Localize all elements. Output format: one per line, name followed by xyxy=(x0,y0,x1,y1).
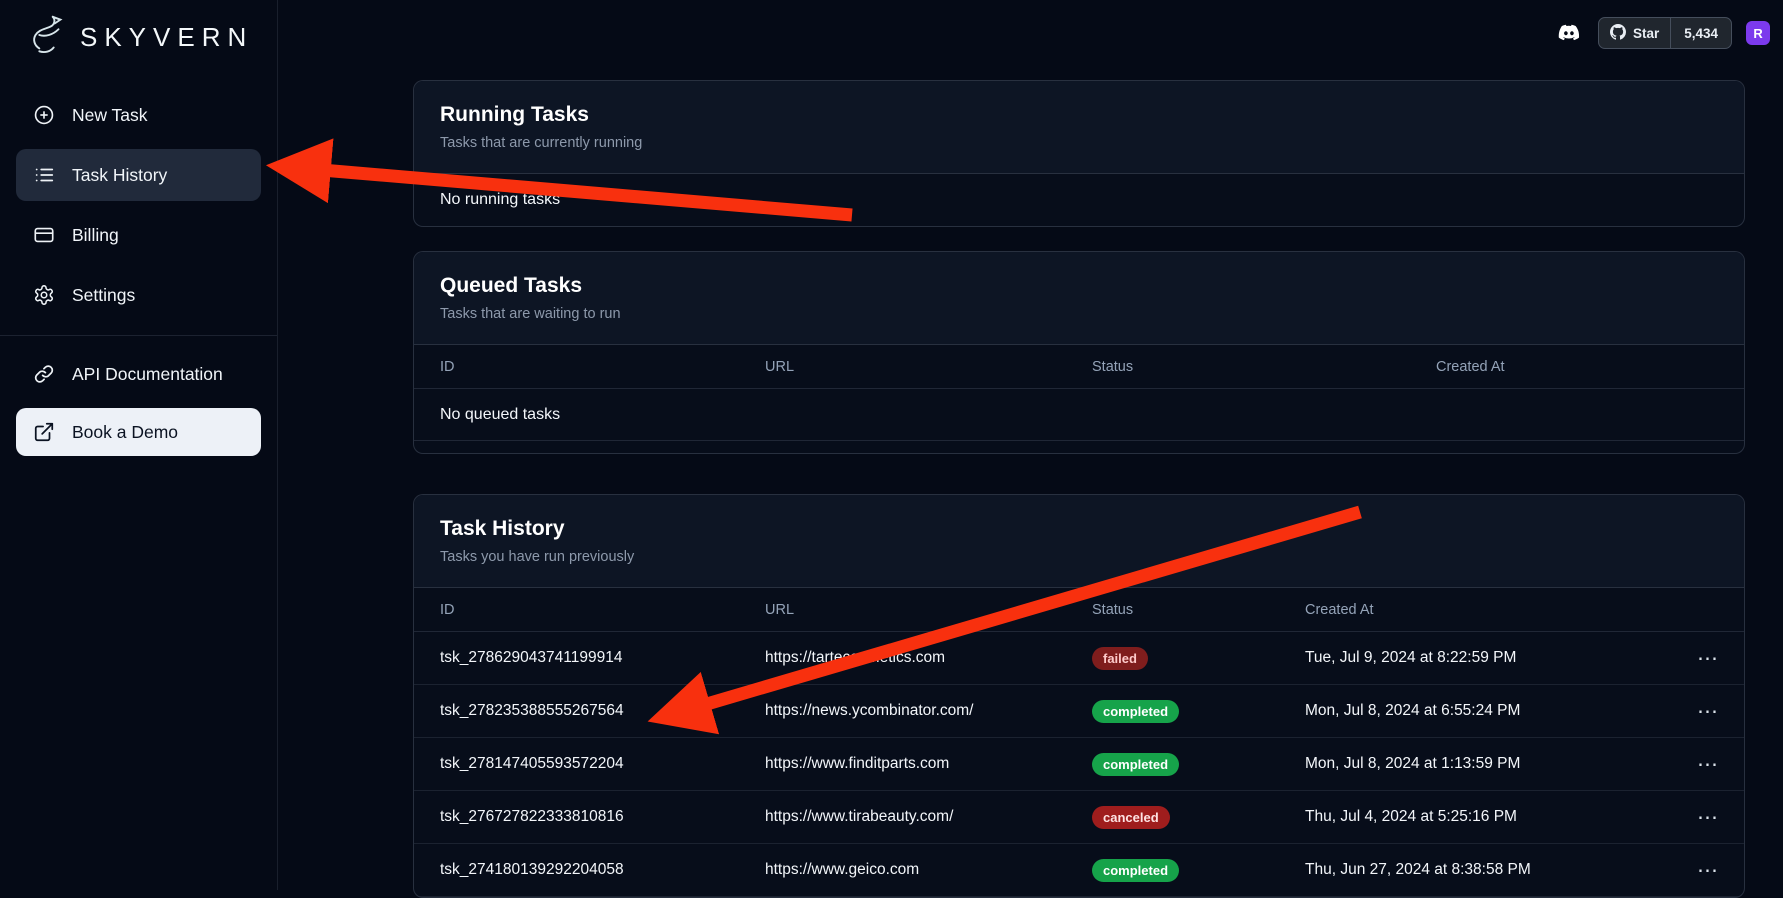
brand-name: SKYVERN xyxy=(80,22,253,53)
task-history-header: Task History Tasks you have run previous… xyxy=(414,495,1744,587)
task-created-at-cell: Mon, Jul 8, 2024 at 6:55:24 PM xyxy=(1305,702,1684,720)
task-id-cell: tsk_278629043741199914 xyxy=(440,649,765,667)
github-star-label: Star xyxy=(1633,26,1659,41)
sidebar-item-task-history[interactable]: Task History xyxy=(16,149,261,201)
queued-tasks-card: Queued Tasks Tasks that are waiting to r… xyxy=(413,251,1745,454)
task-url-cell: https://tartecosmetics.com xyxy=(765,649,1092,667)
queued-tasks-subtitle: Tasks that are waiting to run xyxy=(440,306,1718,322)
running-tasks-body: No running tasks xyxy=(414,173,1744,226)
sidebar-secondary-nav: API Documentation Book a Demo xyxy=(0,348,277,456)
credit-card-icon xyxy=(32,223,56,247)
queued-tasks-footer-spacer xyxy=(414,441,1744,453)
sidebar-item-label: API Documentation xyxy=(72,364,223,385)
running-tasks-card: Running Tasks Tasks that are currently r… xyxy=(413,80,1745,227)
status-badge: completed xyxy=(1092,753,1179,776)
table-row[interactable]: tsk_274180139292204058 https://www.geico… xyxy=(414,844,1744,897)
sidebar-nav: New Task Task History Billing xyxy=(0,89,277,321)
table-row[interactable]: tsk_278235388555267564 https://news.ycom… xyxy=(414,685,1744,738)
skyvern-dragon-icon xyxy=(24,12,70,63)
queued-tasks-table-header: ID URL Status Created At xyxy=(414,345,1744,389)
queued-tasks-body: ID URL Status Created At No queued tasks xyxy=(414,344,1744,453)
sidebar-item-api-documentation[interactable]: API Documentation xyxy=(16,348,261,400)
column-header-id: ID xyxy=(440,602,765,618)
task-history-title: Task History xyxy=(440,517,1718,541)
task-history-card: Task History Tasks you have run previous… xyxy=(413,494,1745,898)
task-id-cell: tsk_276727822333810816 xyxy=(440,808,765,826)
column-header-url: URL xyxy=(765,602,1092,618)
row-menu-icon[interactable]: ⋯ xyxy=(1684,860,1718,881)
github-star-count: 5,434 xyxy=(1671,26,1731,41)
status-badge: canceled xyxy=(1092,806,1170,829)
task-history-table-header: ID URL Status Created At xyxy=(414,588,1744,632)
task-id-cell: tsk_278147405593572204 xyxy=(440,755,765,773)
table-row[interactable]: tsk_278629043741199914 https://tartecosm… xyxy=(414,632,1744,685)
row-menu-icon[interactable]: ⋯ xyxy=(1684,648,1718,669)
github-star-button[interactable]: Star 5,434 xyxy=(1598,17,1732,49)
row-menu-icon[interactable]: ⋯ xyxy=(1684,754,1718,775)
status-badge: completed xyxy=(1092,700,1179,723)
sidebar-item-label: Task History xyxy=(72,165,167,186)
task-id-cell: tsk_278235388555267564 xyxy=(440,702,765,720)
main-content: Running Tasks Tasks that are currently r… xyxy=(413,80,1745,898)
table-row[interactable]: tsk_276727822333810816 https://www.tirab… xyxy=(414,791,1744,844)
column-header-id: ID xyxy=(440,359,765,375)
column-header-created-at: Created At xyxy=(1305,602,1684,618)
status-badge: completed xyxy=(1092,859,1179,882)
task-url-cell: https://www.finditparts.com xyxy=(765,755,1092,773)
queued-tasks-title: Queued Tasks xyxy=(440,274,1718,298)
link-icon xyxy=(32,362,56,386)
brand-logo: SKYVERN xyxy=(0,0,277,63)
sidebar-item-label: Settings xyxy=(72,285,135,306)
task-url-cell: https://www.geico.com xyxy=(765,861,1092,879)
sidebar: SKYVERN New Task Task History Billing xyxy=(0,0,278,890)
topbar: Star 5,434 R S xyxy=(1552,16,1783,50)
task-created-at-cell: Thu, Jul 4, 2024 at 5:25:16 PM xyxy=(1305,808,1684,826)
task-created-at-cell: Thu, Jun 27, 2024 at 8:38:58 PM xyxy=(1305,861,1684,879)
table-row[interactable]: tsk_278147405593572204 https://www.findi… xyxy=(414,738,1744,791)
row-menu-icon[interactable]: ⋯ xyxy=(1684,807,1718,828)
book-a-demo-label: Book a Demo xyxy=(72,422,178,443)
queued-tasks-header: Queued Tasks Tasks that are waiting to r… xyxy=(414,252,1744,344)
plus-circle-icon xyxy=(32,103,56,127)
github-star-left: Star xyxy=(1599,18,1671,48)
task-url-cell: https://news.ycombinator.com/ xyxy=(765,702,1092,720)
running-tasks-title: Running Tasks xyxy=(440,103,1718,127)
task-created-at-cell: Tue, Jul 9, 2024 at 8:22:59 PM xyxy=(1305,649,1684,667)
column-header-created-at: Created At xyxy=(1436,359,1718,375)
book-a-demo-button[interactable]: Book a Demo xyxy=(16,408,261,456)
column-header-status: Status xyxy=(1092,359,1436,375)
sidebar-item-new-task[interactable]: New Task xyxy=(16,89,261,141)
discord-icon[interactable] xyxy=(1552,20,1584,46)
external-link-icon xyxy=(32,420,56,444)
row-menu-icon[interactable]: ⋯ xyxy=(1684,701,1718,722)
task-created-at-cell: Mon, Jul 8, 2024 at 1:13:59 PM xyxy=(1305,755,1684,773)
gear-icon xyxy=(32,283,56,307)
running-tasks-subtitle: Tasks that are currently running xyxy=(440,135,1718,151)
queued-tasks-empty-text: No queued tasks xyxy=(414,389,1744,441)
task-history-body: ID URL Status Created At tsk_27862904374… xyxy=(414,587,1744,897)
task-history-subtitle: Tasks you have run previously xyxy=(440,549,1718,565)
list-icon xyxy=(32,163,56,187)
running-tasks-empty-text: No running tasks xyxy=(414,174,1744,226)
sidebar-item-billing[interactable]: Billing xyxy=(16,209,261,261)
running-tasks-header: Running Tasks Tasks that are currently r… xyxy=(414,81,1744,173)
column-header-url: URL xyxy=(765,359,1092,375)
task-id-cell: tsk_274180139292204058 xyxy=(440,861,765,879)
sidebar-divider xyxy=(0,335,277,336)
column-header-status: Status xyxy=(1092,602,1305,618)
github-icon xyxy=(1610,24,1626,43)
task-url-cell: https://www.tirabeauty.com/ xyxy=(765,808,1092,826)
sidebar-item-label: New Task xyxy=(72,105,148,126)
sidebar-item-settings[interactable]: Settings xyxy=(16,269,261,321)
avatar[interactable]: R xyxy=(1746,21,1770,45)
sidebar-item-label: Billing xyxy=(72,225,119,246)
status-badge: failed xyxy=(1092,647,1148,670)
